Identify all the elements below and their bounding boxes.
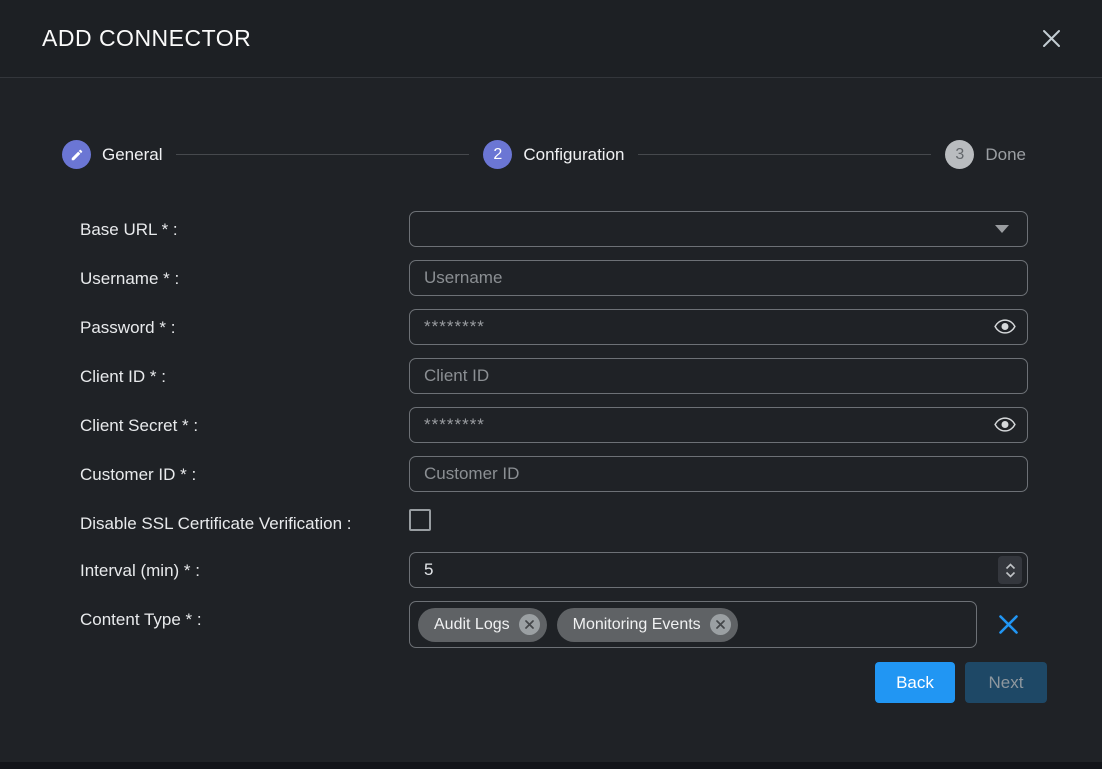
form-row-content-type: Content Type * : Audit Logs Monitoring E… xyxy=(80,601,1102,648)
content-type-label: Content Type * : xyxy=(80,601,409,648)
form-row-disable-ssl: Disable SSL Certificate Verification : xyxy=(80,505,1102,536)
step-configuration-label: Configuration xyxy=(523,145,624,165)
step-done-label: Done xyxy=(985,145,1026,165)
form-row-username: Username * : xyxy=(80,260,1102,296)
step-general-indicator xyxy=(62,140,91,169)
form-row-interval: Interval (min) * : xyxy=(80,552,1102,588)
remove-tag-icon[interactable] xyxy=(710,614,731,635)
disable-ssl-label: Disable SSL Certificate Verification : xyxy=(80,505,409,536)
connector-form: Base URL * : Username * : Password * : xyxy=(80,211,1102,648)
step-general-label: General xyxy=(102,145,162,165)
dialog-header: ADD CONNECTOR xyxy=(0,0,1102,78)
username-label: Username * : xyxy=(80,260,409,296)
form-row-password: Password * : xyxy=(80,309,1102,345)
customer-id-label: Customer ID * : xyxy=(80,456,409,492)
form-row-customer-id: Customer ID * : xyxy=(80,456,1102,492)
username-field[interactable] xyxy=(409,260,1028,296)
base-url-select[interactable] xyxy=(409,211,1028,247)
password-field[interactable] xyxy=(409,309,1028,345)
client-id-label: Client ID * : xyxy=(80,358,409,394)
step-general[interactable]: General xyxy=(62,140,162,169)
client-secret-field[interactable] xyxy=(409,407,1028,443)
clear-tags-icon[interactable] xyxy=(997,613,1020,641)
dialog-title: ADD CONNECTOR xyxy=(42,25,251,52)
chevron-down-icon xyxy=(995,225,1009,233)
interval-label: Interval (min) * : xyxy=(80,552,409,588)
tag-audit-logs: Audit Logs xyxy=(418,608,547,642)
form-row-base-url: Base URL * : xyxy=(80,211,1102,247)
content-type-field[interactable]: Audit Logs Monitoring Events xyxy=(409,601,977,648)
dialog-footer: Back Next xyxy=(0,662,1047,703)
base-url-label: Base URL * : xyxy=(80,211,409,247)
step-done-indicator: 3 xyxy=(945,140,974,169)
step-done[interactable]: 3 Done xyxy=(945,140,1026,169)
step-configuration[interactable]: 2 Configuration xyxy=(483,140,624,169)
interval-field[interactable] xyxy=(409,552,1028,588)
tag-monitoring-events: Monitoring Events xyxy=(557,608,738,642)
stepper-connector xyxy=(176,154,469,155)
form-row-client-id: Client ID * : xyxy=(80,358,1102,394)
form-row-client-secret: Client Secret * : xyxy=(80,407,1102,443)
customer-id-field[interactable] xyxy=(409,456,1028,492)
step-configuration-indicator: 2 xyxy=(483,140,512,169)
password-label: Password * : xyxy=(80,309,409,345)
add-connector-dialog: ADD CONNECTOR General 2 Configuration 3 … xyxy=(0,0,1102,762)
tag-label: Audit Logs xyxy=(434,616,510,634)
disable-ssl-checkbox[interactable] xyxy=(409,509,431,531)
next-button[interactable]: Next xyxy=(965,662,1047,703)
client-id-field[interactable] xyxy=(409,358,1028,394)
stepper-connector xyxy=(638,154,931,155)
eye-icon[interactable] xyxy=(994,416,1016,438)
wizard-stepper: General 2 Configuration 3 Done xyxy=(62,140,1026,169)
number-stepper[interactable] xyxy=(998,556,1022,584)
remove-tag-icon[interactable] xyxy=(519,614,540,635)
close-icon[interactable] xyxy=(1041,28,1062,49)
eye-icon[interactable] xyxy=(994,318,1016,340)
pencil-icon xyxy=(70,148,84,162)
back-button[interactable]: Back xyxy=(875,662,955,703)
client-secret-label: Client Secret * : xyxy=(80,407,409,443)
tag-label: Monitoring Events xyxy=(573,616,701,634)
